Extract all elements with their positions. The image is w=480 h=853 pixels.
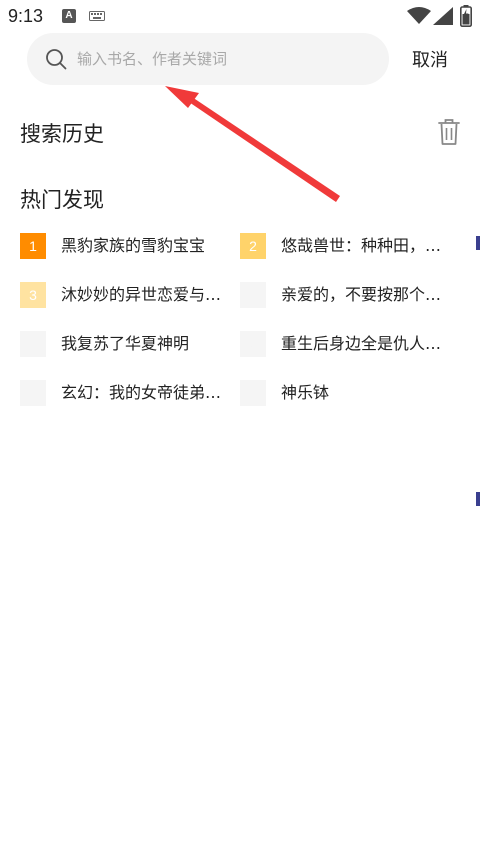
search-icon — [46, 49, 67, 70]
keyboard-icon — [89, 11, 105, 21]
status-bar: 9:13 A — [0, 0, 480, 34]
edge-mark — [476, 236, 480, 250]
hot-item-title: 沐妙妙的异世恋爱与修仙 — [61, 285, 231, 304]
search-input[interactable] — [77, 43, 367, 75]
hot-list-item[interactable]: 8 神乐钵 — [240, 380, 450, 406]
hot-discovery-title: 热门发现 — [20, 188, 104, 212]
text-a-icon: A — [62, 9, 76, 23]
hot-list-item[interactable]: 6 重生后身边全是仇人的儿子 — [240, 331, 451, 357]
battery-icon — [460, 5, 472, 27]
hot-item-title: 神乐钵 — [281, 383, 330, 402]
trash-icon[interactable] — [437, 118, 461, 146]
hot-item-title: 悠哉兽世：种种田，生生崽 — [281, 236, 451, 255]
edge-mark — [476, 492, 480, 506]
rank-badge: 6 — [240, 331, 266, 357]
rank-badge: 2 — [240, 233, 266, 259]
hot-list-item[interactable]: 4 亲爱的，不要按那个按钮 — [240, 282, 451, 308]
hot-list-item[interactable]: 3 沐妙妙的异世恋爱与修仙 — [20, 282, 231, 308]
hot-list-item[interactable]: 2 悠哉兽世：种种田，生生崽 — [240, 233, 451, 259]
hot-item-title: 我复苏了华夏神明 — [61, 334, 190, 353]
hot-list-item[interactable]: 7 玄幻：我的女帝徒弟太多了 — [20, 380, 231, 406]
rank-badge: 4 — [240, 282, 266, 308]
rank-badge: 1 — [20, 233, 46, 259]
rank-badge: 3 — [20, 282, 46, 308]
hot-list-item[interactable]: 1 黑豹家族的雪豹宝宝 — [20, 233, 230, 259]
signal-icon — [433, 7, 453, 25]
hot-item-title: 黑豹家族的雪豹宝宝 — [61, 236, 206, 255]
search-box[interactable] — [27, 33, 389, 85]
cancel-button[interactable]: 取消 — [412, 46, 448, 72]
wifi-icon — [407, 7, 431, 24]
hot-item-title: 玄幻：我的女帝徒弟太多了 — [61, 383, 231, 402]
status-time: 9:13 — [8, 6, 44, 26]
hot-item-title: 亲爱的，不要按那个按钮 — [281, 285, 451, 304]
rank-badge: 7 — [20, 380, 46, 406]
rank-badge: 8 — [240, 380, 266, 406]
hot-item-title: 重生后身边全是仇人的儿子 — [281, 334, 451, 353]
rank-badge: 5 — [20, 331, 46, 357]
hot-list-item[interactable]: 5 我复苏了华夏神明 — [20, 331, 230, 357]
search-history-title: 搜索历史 — [20, 122, 104, 146]
